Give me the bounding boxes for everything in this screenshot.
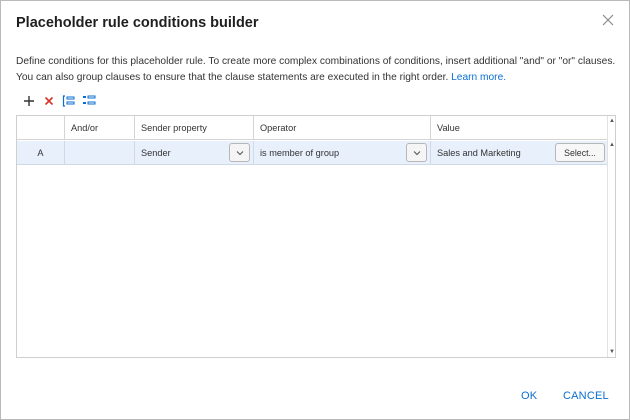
value-text: Sales and Marketing [437,147,521,158]
sender-property-dropdown[interactable] [229,143,250,162]
sender-property-cell[interactable]: Sender [135,141,254,164]
grid-scrollbar[interactable]: ▲ ▲ ▼ [607,116,615,357]
header-letter [17,116,65,139]
header-value: Value [437,122,460,133]
header-sender-property: Sender property [135,116,254,139]
operator-cell[interactable]: is member of group [254,141,431,164]
learn-more-link[interactable]: Learn more. [451,72,506,83]
grid-toolbar [20,93,100,109]
cancel-button[interactable]: CANCEL [563,390,609,402]
conditions-grid: And/or Sender property Operator Value A … [16,115,616,358]
scroll-up-icon[interactable]: ▲ [609,118,615,124]
scroll-down-icon[interactable]: ▼ [609,349,615,355]
select-button[interactable]: Select... [555,143,605,162]
description-text: Define conditions for this placeholder r… [16,56,616,83]
close-icon[interactable] [600,12,616,28]
and-or-cell[interactable] [65,141,135,164]
header-and-or: And/or [65,116,135,139]
chevron-down-icon [413,150,420,155]
group-icon[interactable] [60,93,78,109]
ok-button[interactable]: OK [521,390,537,402]
dialog-description: Define conditions for this placeholder r… [16,54,618,86]
value-cell[interactable]: Sales and Marketing Select... [431,141,609,164]
chevron-down-icon [236,150,243,155]
sender-property-value: Sender [141,147,171,158]
grid-header: And/or Sender property Operator Value [17,116,609,140]
table-row[interactable]: A Sender is member of group Sales and Ma… [17,141,609,165]
dialog-title: Placeholder rule conditions builder [16,15,259,31]
row-letter: A [17,141,65,164]
scroll-up-icon[interactable]: ▲ [609,142,615,148]
header-operator: Operator [254,116,431,139]
operator-dropdown[interactable] [406,143,427,162]
ungroup-icon[interactable] [80,93,98,109]
delete-icon[interactable] [40,93,58,109]
conditions-builder-dialog: Placeholder rule conditions builder Defi… [0,0,630,420]
operator-value: is member of group [260,147,340,158]
add-icon[interactable] [20,93,38,109]
